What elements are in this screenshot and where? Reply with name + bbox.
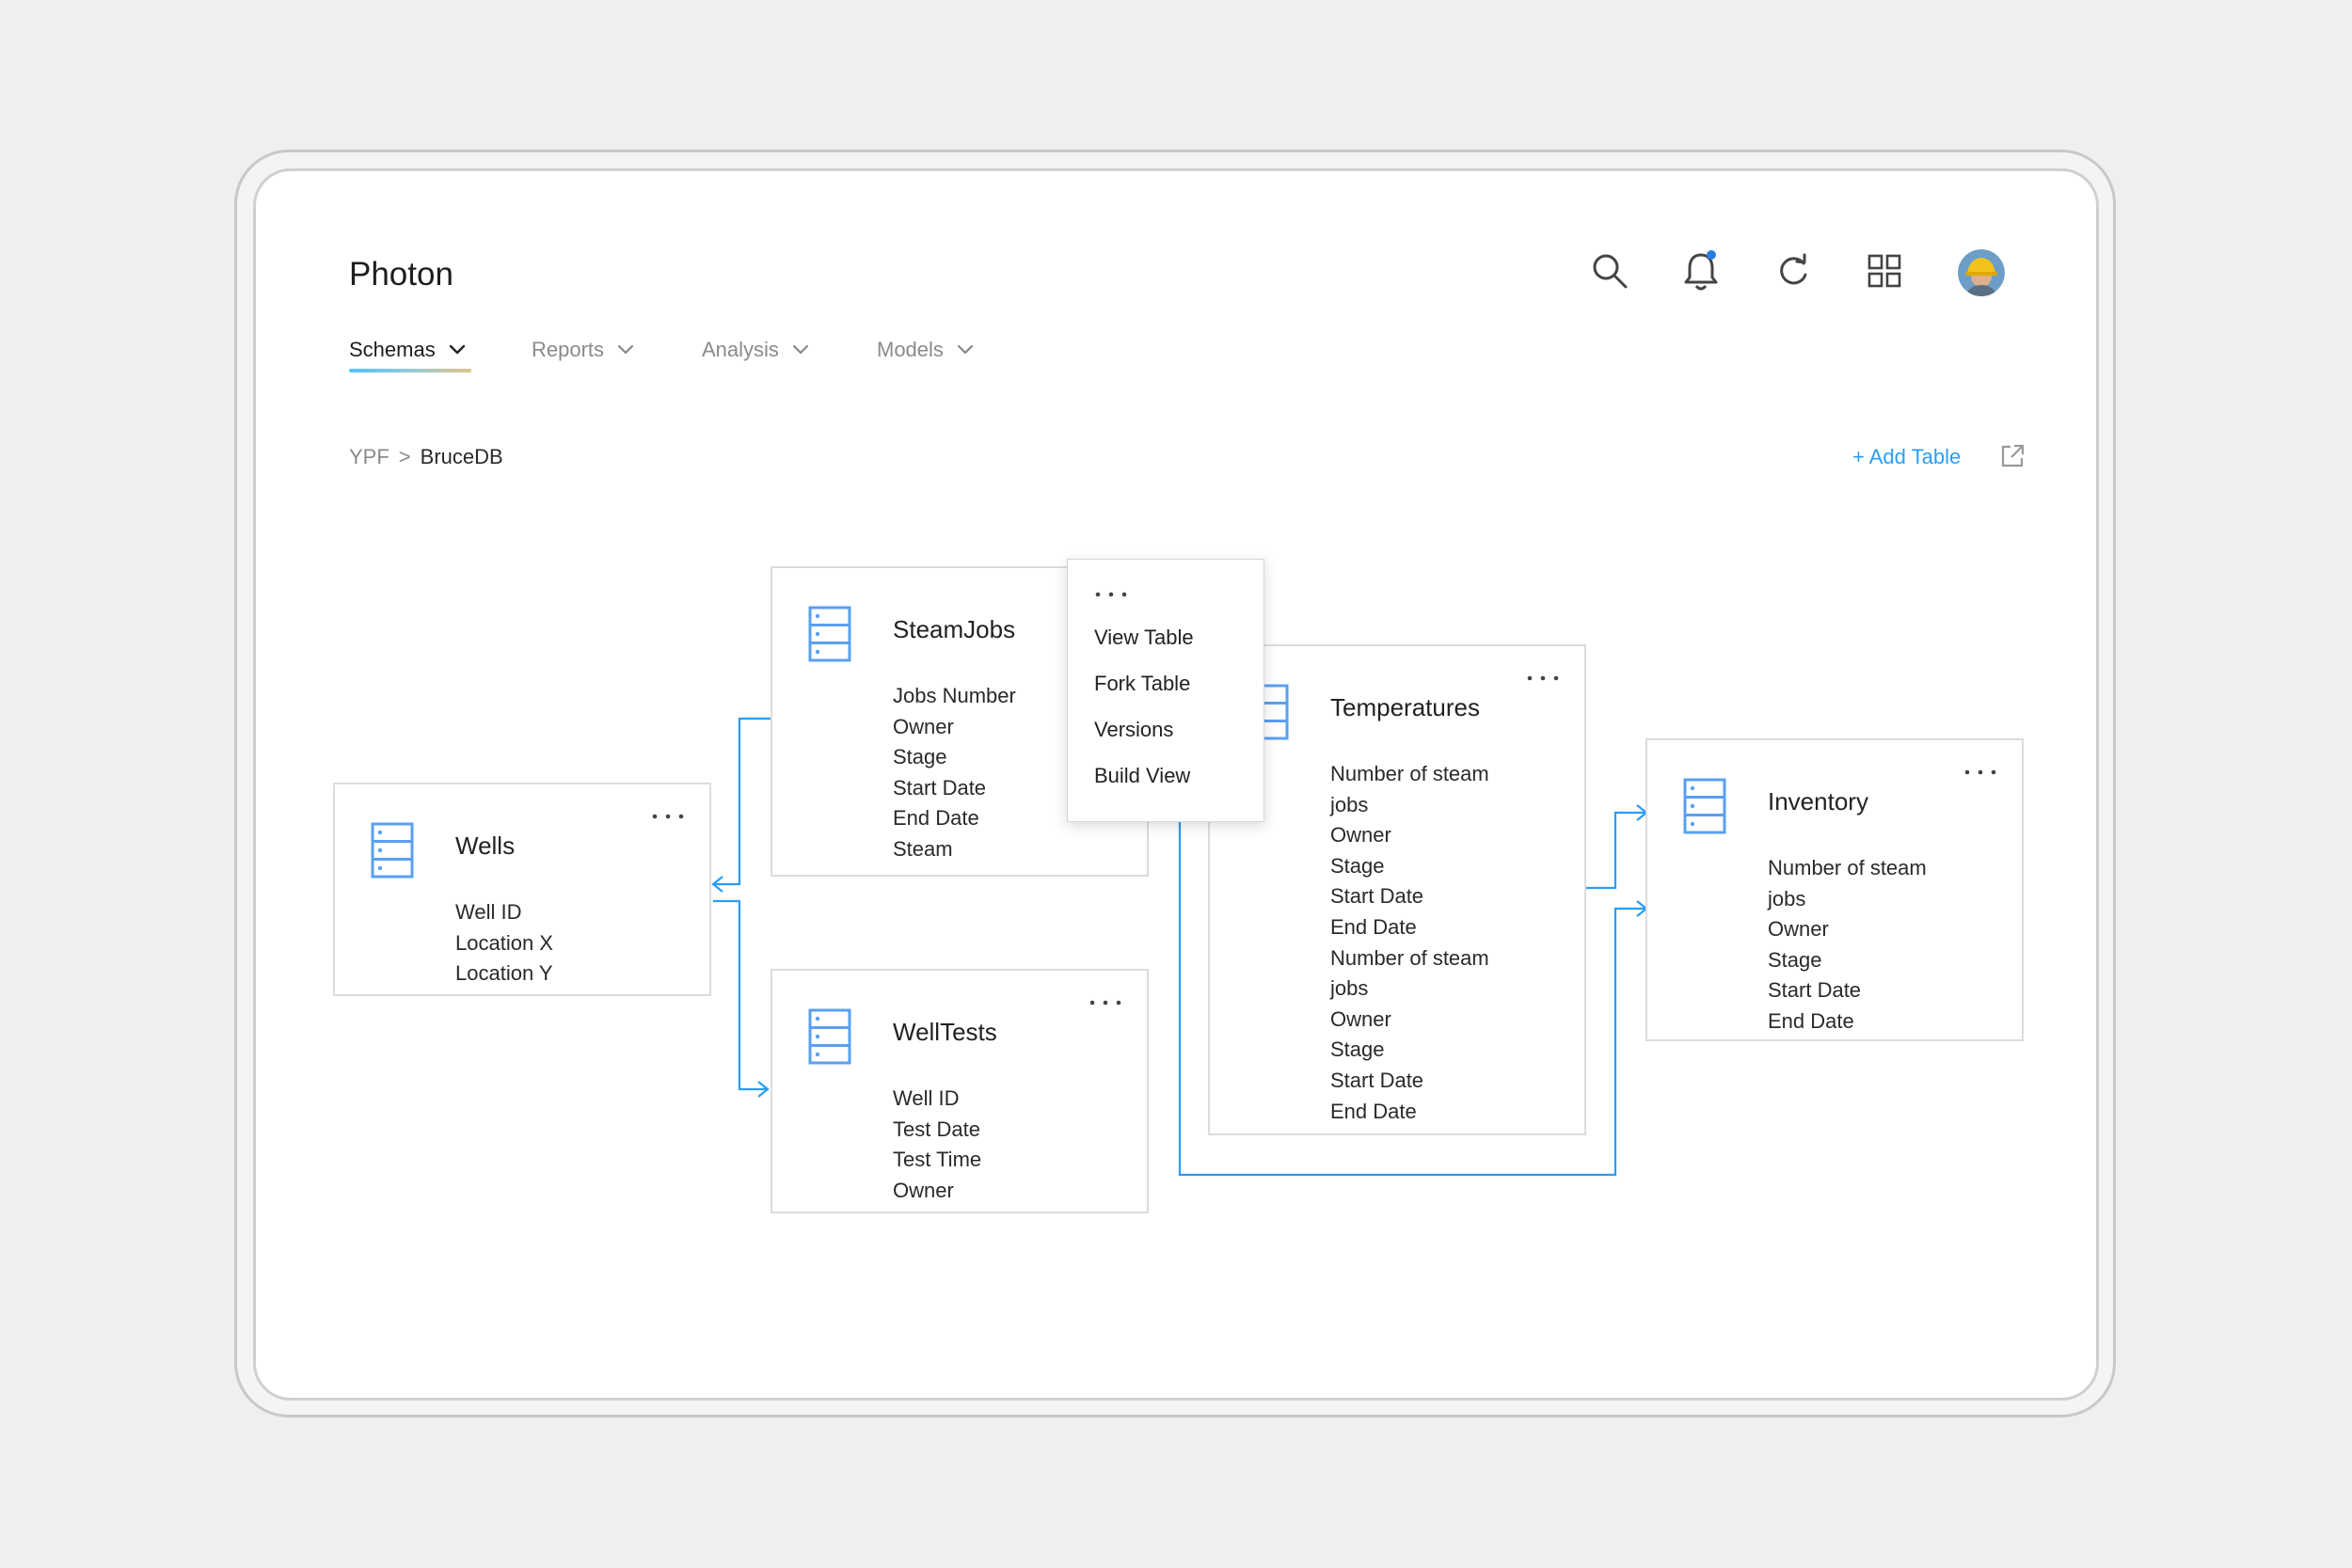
- field-item: Well ID: [893, 1086, 960, 1110]
- field-item: Jobs Number: [893, 684, 1016, 707]
- field-item: End Date: [893, 806, 979, 831]
- menu-item-build-view[interactable]: Build View: [1094, 764, 1190, 788]
- field-item: Location Y: [455, 961, 553, 986]
- field-list: Number of steam jobs Owner Stage Start D…: [1330, 759, 1489, 1127]
- more-dots-icon[interactable]: [1092, 588, 1130, 601]
- field-item: End Date: [1330, 1099, 1417, 1123]
- field-item: End Date: [1330, 914, 1417, 939]
- field-item: Owner: [1330, 1006, 1391, 1031]
- field-item: Test Time: [893, 1148, 982, 1172]
- connector-steamjobs-wells: [713, 717, 771, 886]
- field-item: Stage: [893, 745, 947, 769]
- table-card-inventory[interactable]: Inventory Number of steam jobs Owner Sta…: [1645, 738, 2024, 1041]
- table-title: WellTests: [893, 1018, 997, 1046]
- field-item: Stage: [1330, 1037, 1385, 1062]
- more-dots-icon[interactable]: [1524, 669, 1562, 688]
- field-list: Number of steam jobs Owner Stage Start D…: [1768, 853, 1927, 1037]
- field-list: Well ID Test Date Test Time Owner: [893, 1084, 981, 1206]
- field-item: jobs: [1768, 886, 1806, 911]
- field-item: Stage: [1768, 947, 1822, 972]
- connector-wells-welltests: [713, 899, 768, 1091]
- menu-item-fork-table[interactable]: Fork Table: [1094, 672, 1190, 696]
- field-item: Well ID: [455, 900, 522, 924]
- connector-temperatures-inventory: [1584, 811, 1646, 890]
- field-item: Stage: [1330, 853, 1385, 878]
- field-item: Number of steam: [1768, 856, 1927, 879]
- app-screen: Photon Schemas Reports Analysis Models Y…: [253, 168, 2099, 1401]
- field-item: Number of steam: [1330, 762, 1489, 785]
- more-dots-icon[interactable]: [1962, 763, 1999, 782]
- field-item: Owner: [893, 714, 954, 738]
- field-item: jobs: [1330, 976, 1369, 1001]
- field-item: jobs: [1330, 792, 1369, 816]
- database-icon: [371, 822, 414, 883]
- field-item: Start Date: [1330, 884, 1424, 909]
- menu-item-view-table[interactable]: View Table: [1094, 626, 1194, 650]
- field-item: Owner: [1768, 917, 1829, 942]
- table-card-temperatures[interactable]: Temperatures Number of steam jobs Owner …: [1208, 644, 1586, 1135]
- table-card-wells[interactable]: Wells Well ID Location X Location Y: [333, 783, 711, 996]
- table-context-menu: View Table Fork Table Versions Build Vie…: [1067, 559, 1264, 822]
- field-item: Test Date: [893, 1117, 980, 1141]
- field-item: End Date: [1768, 1008, 1854, 1033]
- field-item: Steam: [893, 836, 953, 861]
- field-list: Well ID Location X Location Y: [455, 897, 553, 990]
- more-dots-icon[interactable]: [1087, 993, 1124, 1012]
- field-item: Number of steam: [1330, 945, 1489, 970]
- table-title: SteamJobs: [893, 615, 1016, 643]
- field-item: Owner: [893, 1178, 954, 1202]
- database-icon: [1683, 778, 1726, 839]
- field-item: Owner: [1330, 823, 1391, 847]
- database-icon: [808, 606, 851, 667]
- database-icon: [808, 1008, 851, 1069]
- table-title: Temperatures: [1330, 693, 1480, 721]
- table-card-welltests[interactable]: WellTests Well ID Test Date Test Time Ow…: [771, 969, 1149, 1213]
- field-item: Start Date: [1768, 978, 1862, 1003]
- menu-item-versions[interactable]: Versions: [1094, 718, 1173, 742]
- more-dots-icon[interactable]: [649, 807, 687, 826]
- table-title: Wells: [455, 832, 516, 860]
- field-item: Start Date: [893, 775, 987, 800]
- field-item: Start Date: [1330, 1068, 1424, 1092]
- table-title: Inventory: [1768, 787, 1868, 816]
- field-item: Location X: [455, 930, 553, 955]
- field-list: Jobs Number Owner Stage Start Date End D…: [893, 681, 1016, 865]
